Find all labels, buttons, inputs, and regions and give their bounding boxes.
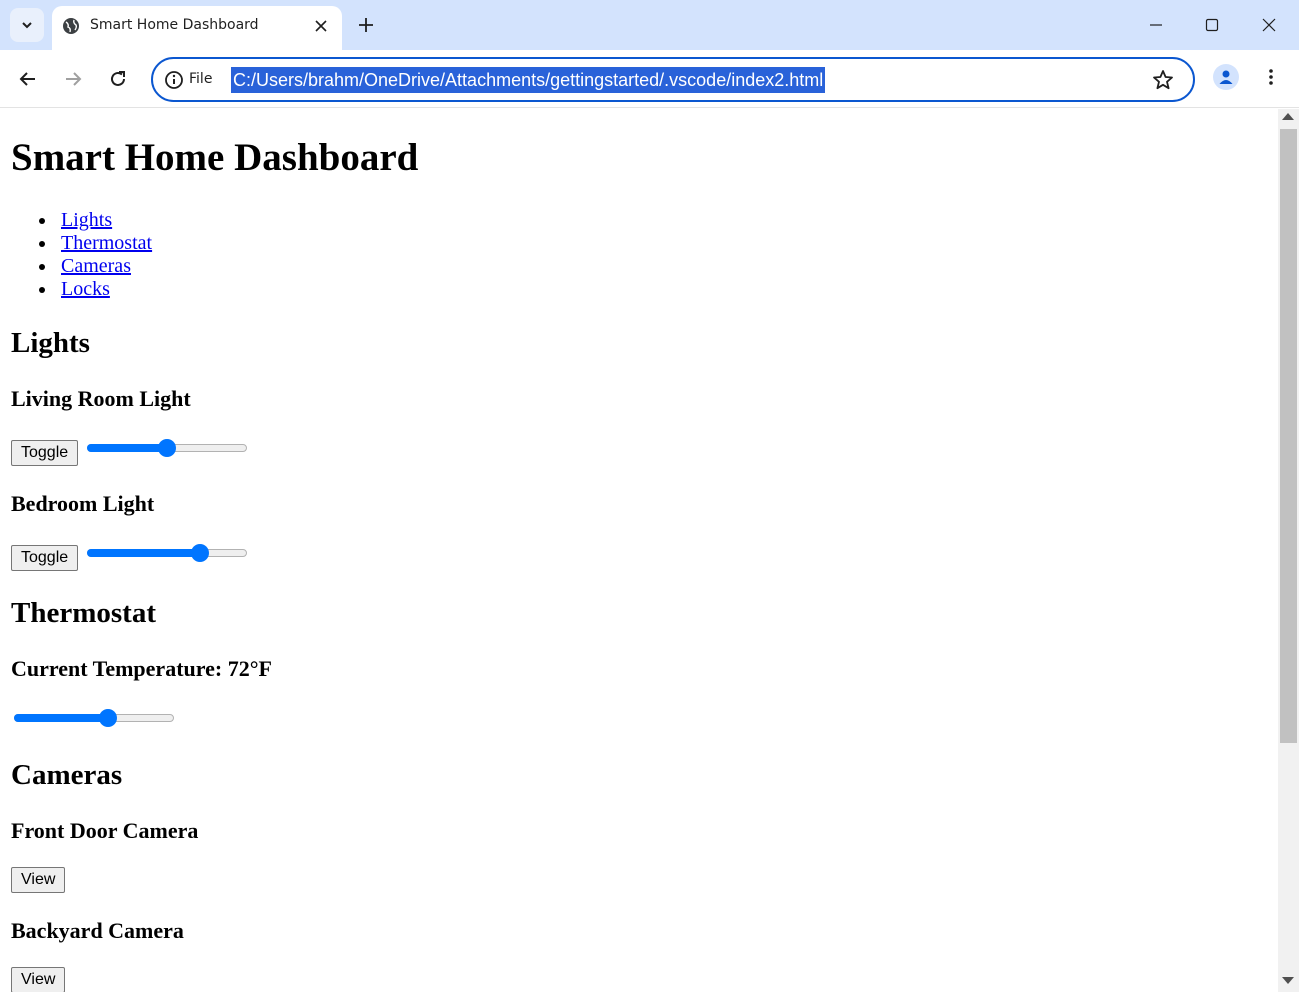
lights-heading: Lights xyxy=(11,327,90,359)
site-info-label[interactable]: File xyxy=(189,71,212,87)
more-vert-icon xyxy=(1269,69,1273,85)
address-bar[interactable]: File C:/Users/brahm/OneDrive/Attachments… xyxy=(151,57,1195,102)
chevron-down-icon xyxy=(22,22,32,29)
living-room-light-title: Living Room Light xyxy=(11,386,191,411)
scrollbar-thumb[interactable] xyxy=(1280,129,1297,743)
nav-item-lights: Lights xyxy=(11,209,152,232)
current-temperature-label: Current Temperature: 72°F xyxy=(11,656,272,681)
bedroom-brightness-slider[interactable] xyxy=(87,543,247,563)
minimize-icon xyxy=(1150,24,1162,26)
browser-titlebar: Smart Home Dashboard xyxy=(0,0,1299,50)
arrow-right-icon xyxy=(66,72,82,86)
thermostat-slider[interactable] xyxy=(14,708,174,728)
thermostat-heading: Thermostat xyxy=(11,597,156,629)
reload-icon xyxy=(111,71,125,86)
close-icon xyxy=(315,20,327,32)
scroll-up-arrow-icon[interactable] xyxy=(1282,113,1294,120)
nav-item-locks: Locks xyxy=(11,278,152,301)
reload-button[interactable] xyxy=(103,64,133,94)
person-icon xyxy=(1219,70,1233,84)
device-nav: Lights Thermostat Cameras Locks xyxy=(11,209,152,301)
info-icon[interactable] xyxy=(164,70,184,90)
nav-link-lights[interactable]: Lights xyxy=(61,209,112,231)
close-tab-button[interactable] xyxy=(310,15,332,37)
nav-link-thermostat[interactable]: Thermostat xyxy=(61,232,152,254)
star-icon[interactable] xyxy=(1151,68,1175,92)
forward-button[interactable] xyxy=(58,64,88,94)
front-door-camera-title: Front Door Camera xyxy=(11,818,199,843)
back-button[interactable] xyxy=(13,64,43,94)
browser-tab[interactable]: Smart Home Dashboard xyxy=(52,6,342,50)
maximize-button[interactable] xyxy=(1197,10,1227,40)
scroll-down-arrow-icon[interactable] xyxy=(1282,977,1294,984)
bedroom-toggle-button[interactable]: Toggle xyxy=(11,545,79,571)
tab-title: Smart Home Dashboard xyxy=(90,17,259,33)
plus-icon xyxy=(359,18,373,32)
url-text[interactable]: C:/Users/brahm/OneDrive/Attachments/gett… xyxy=(231,67,826,93)
close-icon xyxy=(1262,18,1276,32)
bedroom-light-title: Bedroom Light xyxy=(11,491,155,516)
nav-item-cameras: Cameras xyxy=(11,255,152,278)
arrow-left-icon xyxy=(19,72,35,86)
close-window-button[interactable] xyxy=(1254,10,1284,40)
front-door-view-button[interactable]: View xyxy=(11,867,66,893)
page-content: Smart Home Dashboard Lights Thermostat C… xyxy=(1,109,1278,992)
nav-item-thermostat: Thermostat xyxy=(11,232,152,255)
profile-button[interactable] xyxy=(1213,64,1239,90)
living-room-brightness-slider[interactable] xyxy=(87,438,247,458)
page-title: Smart Home Dashboard xyxy=(11,136,419,179)
backyard-view-button[interactable]: View xyxy=(11,967,66,992)
tab-search-button[interactable] xyxy=(10,8,44,42)
nav-link-cameras[interactable]: Cameras xyxy=(61,255,131,277)
browser-toolbar: File C:/Users/brahm/OneDrive/Attachments… xyxy=(0,50,1299,108)
page-scrollbar[interactable] xyxy=(1278,109,1299,992)
globe-icon xyxy=(63,18,79,34)
living-room-toggle-button[interactable]: Toggle xyxy=(11,440,79,466)
nav-link-locks[interactable]: Locks xyxy=(61,278,110,300)
cameras-heading: Cameras xyxy=(11,759,123,791)
maximize-icon xyxy=(1205,18,1219,32)
browser-menu-button[interactable] xyxy=(1258,64,1284,90)
backyard-camera-title: Backyard Camera xyxy=(11,918,184,943)
new-tab-button[interactable] xyxy=(354,13,378,37)
minimize-button[interactable] xyxy=(1141,10,1171,40)
